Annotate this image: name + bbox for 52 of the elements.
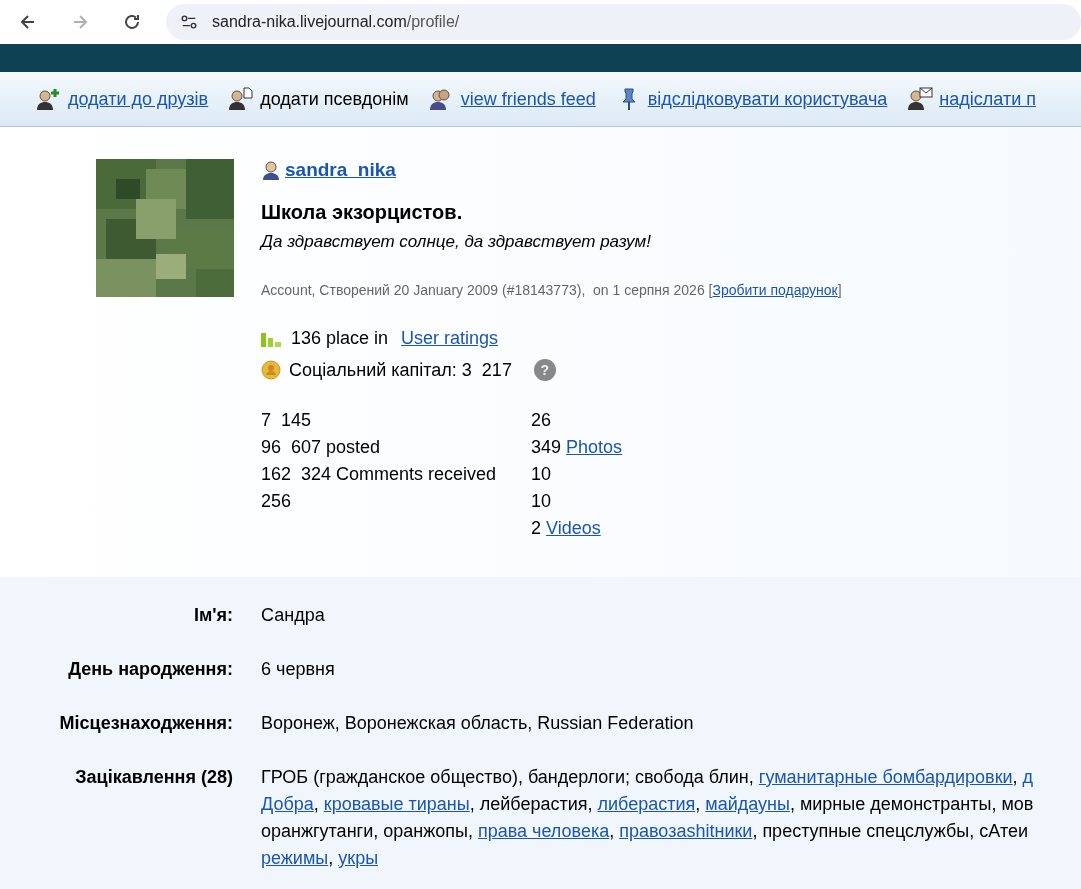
journal-subtitle: Да здравствует солнце, да здравствует разум! — [261, 232, 652, 252]
username-link[interactable]: sandra_nika — [285, 159, 396, 181]
stat-text: 7 145 — [261, 410, 312, 430]
coin-icon — [261, 360, 281, 380]
ratings-link[interactable]: User ratings — [401, 328, 499, 349]
stat-text: 26 — [531, 409, 553, 432]
toolbar-link[interactable]: додати до друзів — [68, 88, 209, 110]
account-info: Account, Створений 20 January 2009 (#18143773), on 1 серпня 2026 [ — [261, 282, 713, 298]
interests-text: ГРОБ (гражданское общество), бандерлоги; свобода блин, гуманитарные бомбардировки, д Добра, кровавые тираны, лейберастия, либерастия, майдауны, мирные демонстранты, мов оранжгутанги, оранжопы, права человека, правозаshitники, преступные спецслужбы, сАтеи режимы, укры — [261, 766, 1034, 870]
user-icon — [261, 160, 281, 180]
user-icon[interactable] — [228, 87, 255, 111]
interest-link[interactable]: правозаshitники — [619, 821, 753, 841]
address-bar[interactable]: sandra-nika.livejournal.com/profile/ — [166, 4, 1081, 40]
field-label: День народження: — [67, 659, 233, 680]
stat-text: 2 — [531, 518, 541, 538]
interest-link[interactable]: майдауны — [705, 794, 790, 814]
field-label: Зацікавлення (28) — [74, 767, 233, 789]
stat-text: 349 — [531, 437, 562, 457]
stat-text: 256 — [261, 491, 292, 511]
field-value: 6 червня — [261, 659, 335, 680]
interest-link[interactable]: режимы — [261, 848, 329, 868]
gift-link[interactable]: Зробити подарунок — [712, 282, 838, 298]
toolbar-link[interactable]: view friends feed — [460, 88, 596, 110]
stat-text: 96 607 posted — [261, 437, 381, 457]
field-value: Сандра — [261, 605, 325, 626]
bracket-text: ] — [837, 282, 842, 298]
stat-text: 162 324 Comments received — [261, 464, 497, 484]
field-label: Ім'я: — [192, 605, 233, 626]
journal-title: Школа экзорцистов. — [261, 201, 464, 224]
interest-link[interactable]: укры — [338, 848, 379, 868]
stat-text: 10 — [531, 490, 553, 513]
reload-icon[interactable] — [122, 12, 142, 32]
toolbar-link[interactable]: надіслати п — [939, 88, 1036, 110]
user-icon[interactable] — [907, 87, 934, 111]
user-icon[interactable] — [36, 87, 62, 111]
interest-link[interactable]: Добра — [261, 794, 314, 814]
rating-text: 136 place in — [291, 328, 390, 349]
social-capital: Соціальний капітал: 3 217 — [289, 359, 512, 381]
interest-link[interactable]: гуманитарные бомбардировки — [758, 767, 1013, 787]
field-value: Воронеж, Воронежская область, Russian Federation — [261, 713, 694, 734]
interest-link[interactable]: кровавые тираны — [323, 794, 470, 814]
field-label: Місцезнаходження: — [58, 713, 233, 734]
ratings-icon — [261, 330, 283, 347]
toolbar-label[interactable]: додати псевдонім — [260, 88, 409, 110]
stat-link[interactable]: Videos — [546, 518, 601, 538]
interest-link[interactable]: д — [1022, 767, 1034, 787]
toolbar-link[interactable]: відслідковувати користувача — [647, 88, 888, 110]
stat-text: 10 — [531, 463, 553, 486]
stat-link[interactable]: Photos — [566, 437, 623, 457]
site-settings-icon[interactable] — [180, 13, 198, 31]
interest-link[interactable]: права человека — [477, 821, 610, 841]
interest-link[interactable]: либерастия — [597, 794, 696, 814]
